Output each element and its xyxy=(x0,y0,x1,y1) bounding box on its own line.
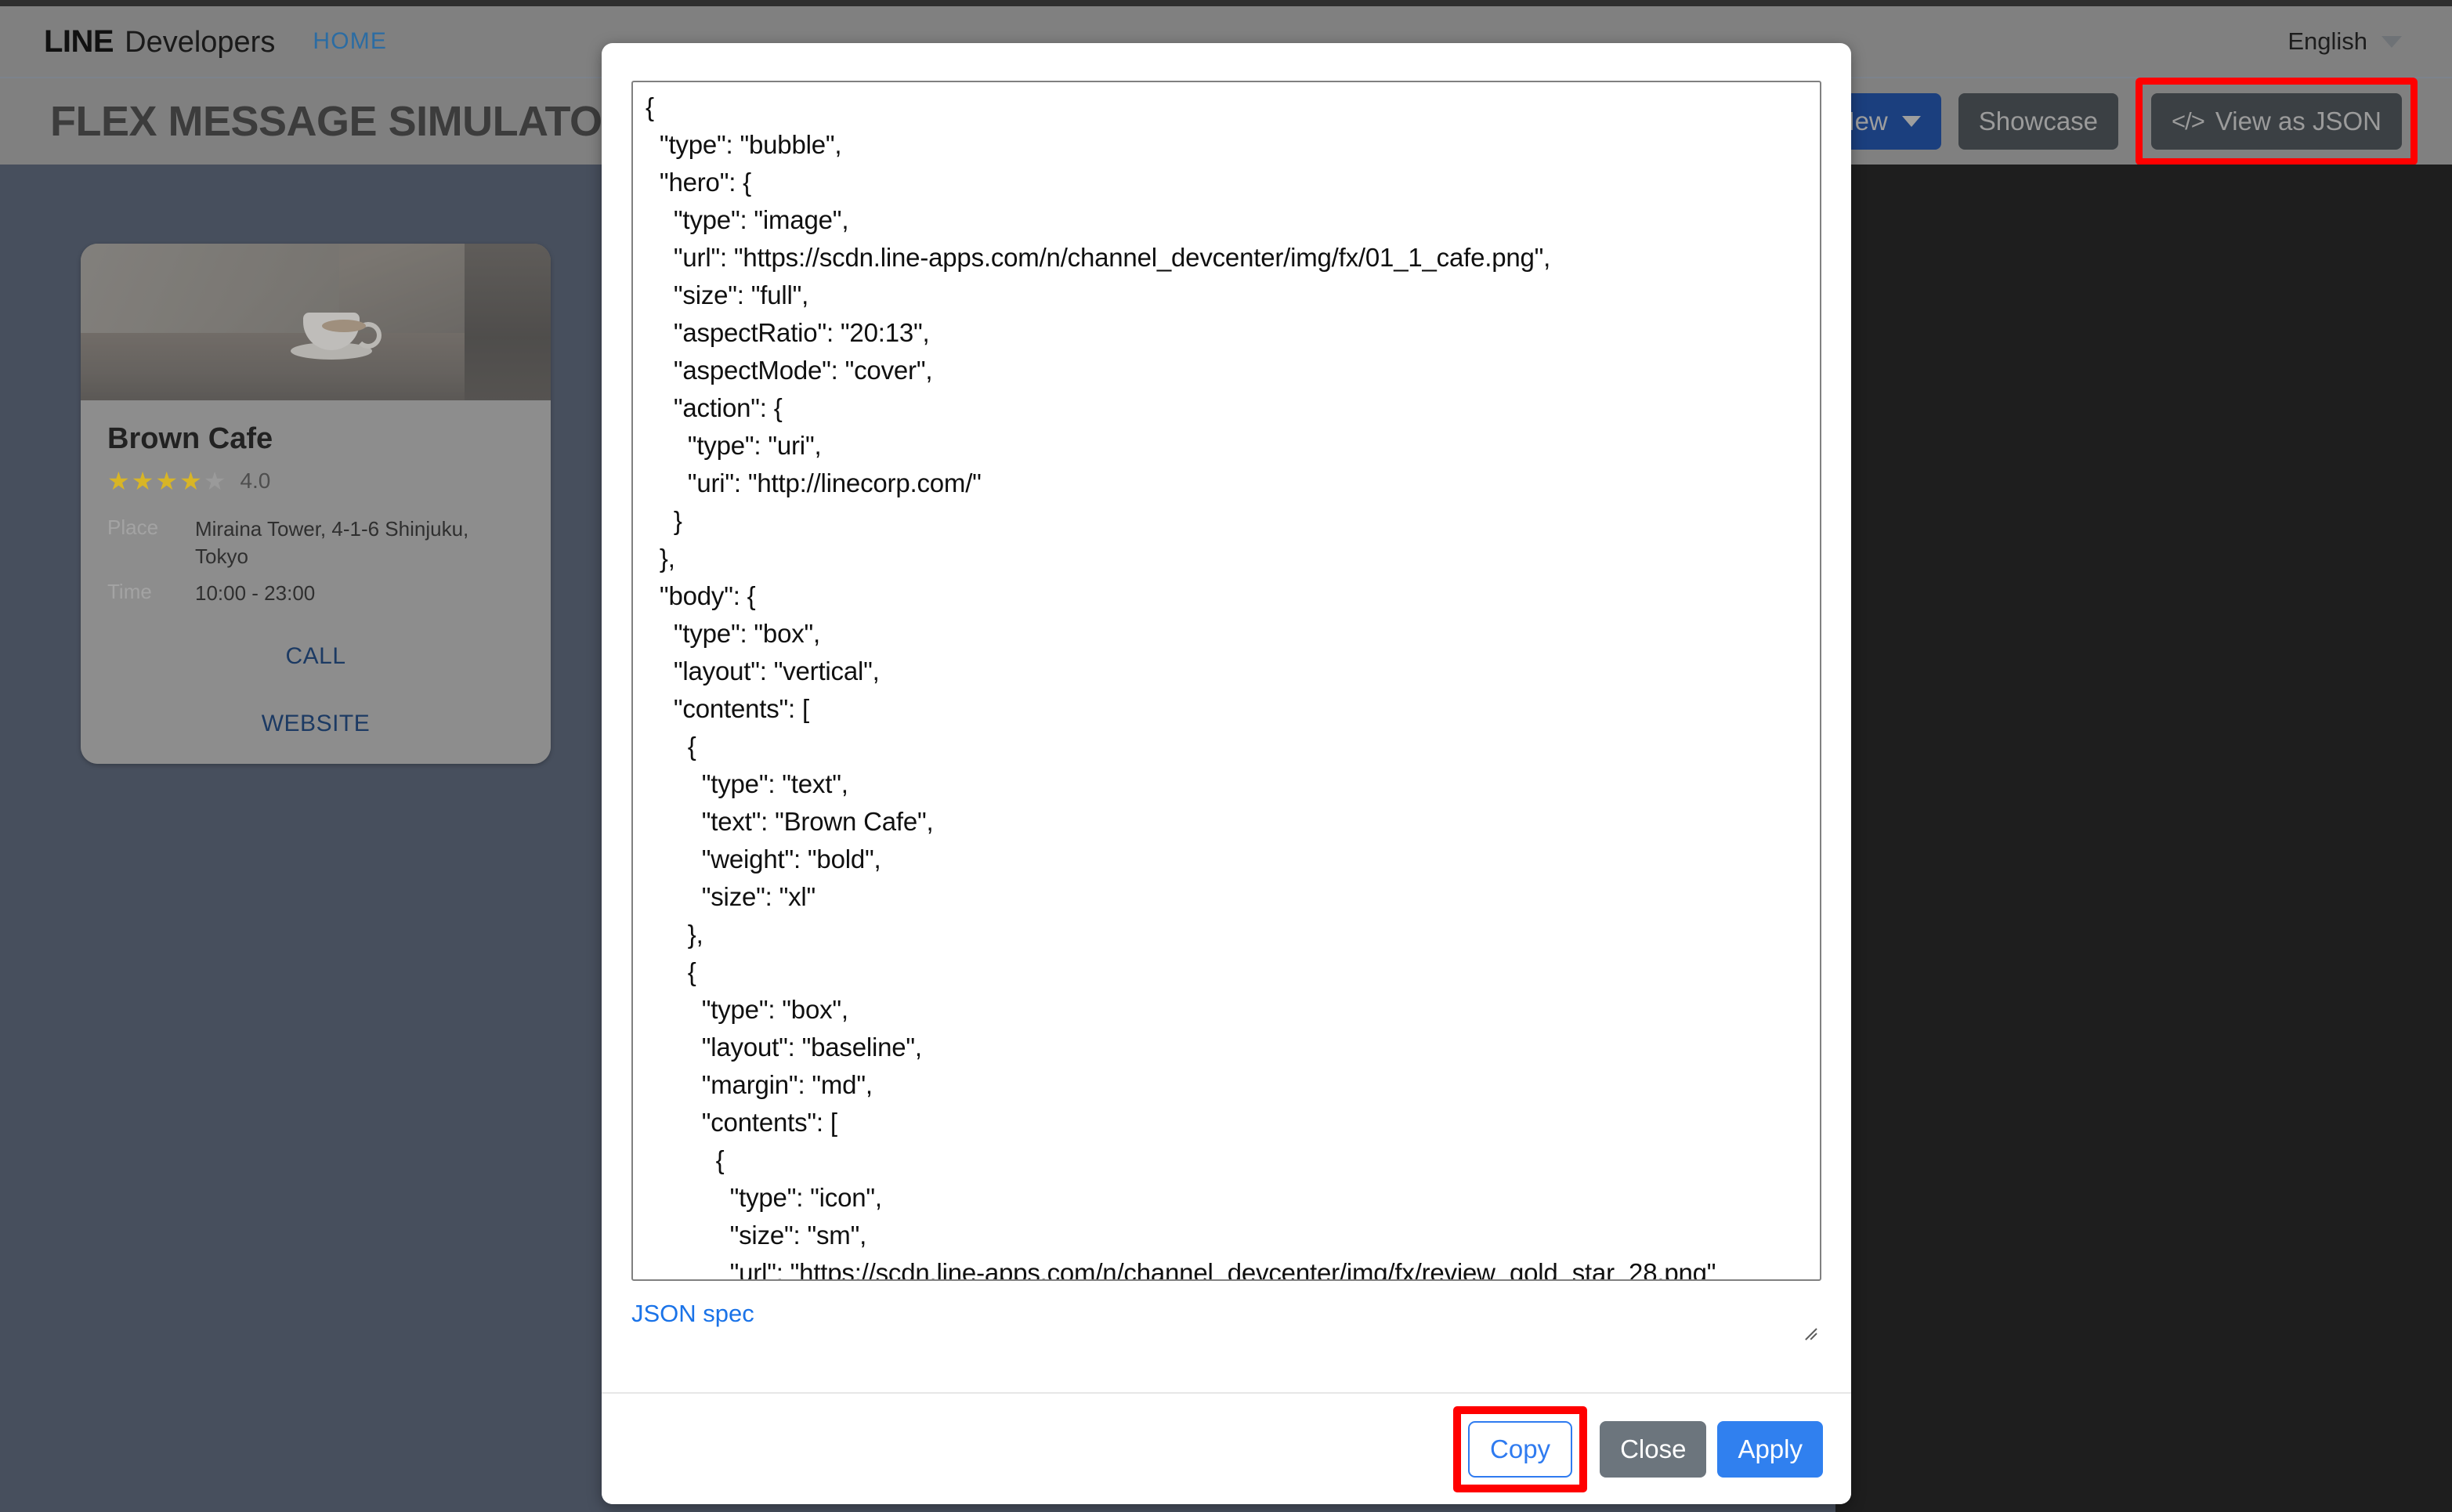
showcase-button[interactable]: Showcase xyxy=(1958,93,2119,150)
editor-panel xyxy=(1835,165,2452,1512)
modal-footer: Copy Close Apply xyxy=(602,1392,1851,1504)
code-brackets-icon: </> xyxy=(2172,107,2205,135)
nav-link-home[interactable]: HOME xyxy=(313,28,387,55)
hero-image[interactable] xyxy=(81,244,551,400)
language-label: English xyxy=(2287,27,2367,55)
language-selector[interactable]: English xyxy=(2287,27,2402,56)
modal-backdrop-dim xyxy=(81,244,551,400)
json-spec-link[interactable]: JSON spec xyxy=(631,1300,754,1328)
star-icon-filled-3: ★ xyxy=(155,467,179,495)
view-as-json-highlight: </> View as JSON xyxy=(2136,78,2418,165)
info-value-time: 10:00 - 23:00 xyxy=(195,581,316,606)
star-icon-filled-2: ★ xyxy=(131,467,154,495)
info-label-time: Time xyxy=(107,580,152,604)
view-as-json-modal: JSON spec Copy Close Apply xyxy=(602,43,1851,1504)
star-rating: ★ ★ ★ ★ ★ xyxy=(107,468,226,494)
copy-button-highlight: Copy xyxy=(1453,1405,1588,1492)
rating-row: ★ ★ ★ ★ ★ 4.0 xyxy=(107,468,524,494)
card-title: Brown Cafe xyxy=(107,422,273,455)
info-row-time: Time 10:00 - 23:00 xyxy=(107,580,524,607)
star-icon-filled-1: ★ xyxy=(107,467,130,495)
flex-bubble-preview[interactable]: Brown Cafe ★ ★ ★ ★ ★ 4.0 Place Miraina T… xyxy=(81,244,551,765)
modal-body: JSON spec xyxy=(602,43,1851,1392)
view-as-json-label: View as JSON xyxy=(2215,107,2381,136)
json-editor-textarea[interactable] xyxy=(631,81,1821,1281)
brand-logo[interactable]: LINE Developers xyxy=(44,24,275,60)
page-title: FLEX MESSAGE SIMULATOR xyxy=(50,98,633,145)
flex-message-simulator-page: LINE Developers HOME English FLEX MESSAG… xyxy=(0,0,2452,1512)
info-label-place: Place xyxy=(107,515,159,539)
browser-top-strip xyxy=(0,0,2452,6)
star-icon-empty-5: ★ xyxy=(203,467,226,495)
apply-button[interactable]: Apply xyxy=(1717,1420,1823,1478)
bubble-body: Brown Cafe ★ ★ ★ ★ ★ 4.0 Place Miraina T… xyxy=(81,400,551,765)
brand-developers-text: Developers xyxy=(125,25,276,59)
copy-button[interactable]: Copy xyxy=(1468,1420,1573,1478)
brand-line-text: LINE xyxy=(44,24,114,59)
view-as-json-button[interactable]: </> View as JSON xyxy=(2151,93,2402,150)
rating-value: 4.0 xyxy=(240,468,271,493)
bubble-action-list: CALL WEBSITE xyxy=(107,643,524,737)
website-action-button[interactable]: WEBSITE xyxy=(262,711,371,737)
simulator-toolbar: New Showcase </> View as JSON xyxy=(1815,78,2418,165)
call-action-button[interactable]: CALL xyxy=(285,643,345,670)
info-row-place: Place Miraina Tower, 4-1-6 Shinjuku, Tok… xyxy=(107,515,524,570)
close-button[interactable]: Close xyxy=(1600,1420,1707,1478)
textarea-resize-handle[interactable] xyxy=(1798,1315,1817,1340)
chevron-down-icon xyxy=(2381,35,2402,48)
info-value-place: Miraina Tower, 4-1-6 Shinjuku, Tokyo xyxy=(195,517,469,569)
star-icon-filled-4: ★ xyxy=(179,467,202,495)
caret-down-icon xyxy=(1901,116,1921,127)
